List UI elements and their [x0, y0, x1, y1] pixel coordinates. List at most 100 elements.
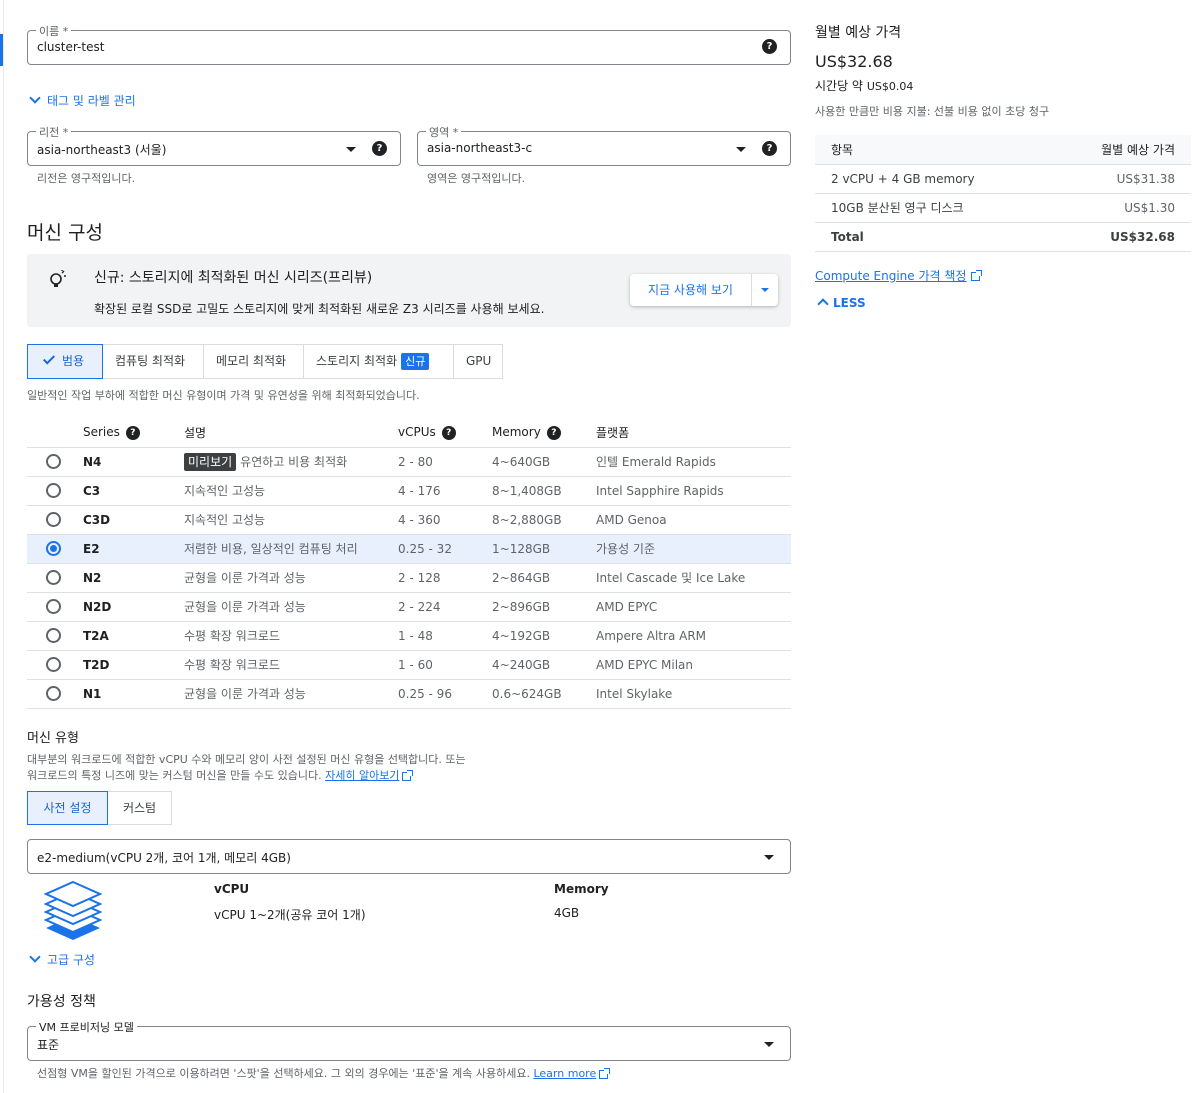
pricing-link[interactable]: Compute Engine 가격 책정 [815, 267, 983, 284]
tab-compute-optimized[interactable]: 컴퓨팅 최적화 [103, 344, 204, 379]
pricing-note: 사용한 만큼만 비용 지불: 선불 비용 없이 초당 청구 [815, 105, 1050, 118]
tab-custom[interactable]: 커스텀 [108, 791, 172, 825]
memory-label: Memory [554, 882, 609, 896]
series-vcpus: 2 - 80 [398, 447, 492, 477]
series-radio[interactable] [46, 570, 61, 585]
advanced-config-toggle[interactable]: 고급 구성 [29, 951, 95, 968]
pricing-price: US$31.38 [1049, 164, 1191, 194]
series-memory: 2~896GB [492, 592, 596, 622]
series-vcpus: 0.25 - 96 [398, 679, 492, 709]
check-icon [42, 352, 56, 365]
help-icon[interactable]: ? [762, 39, 777, 54]
external-link-icon [971, 270, 983, 281]
tab-general-purpose[interactable]: 범용 [27, 344, 103, 379]
help-icon[interactable]: ? [546, 425, 561, 440]
pricing-hourly: 시간당 약 US$0.04 [815, 79, 914, 93]
machine-type-desc-2: 워크로드의 특정 니즈에 맞는 커스텀 머신을 만들 수도 있습니다. 자세히 … [27, 767, 414, 783]
series-radio[interactable] [46, 541, 61, 556]
active-indicator [0, 34, 3, 66]
machine-type-desc-1: 대부분의 워크로드에 적합한 vCPU 수와 메모리 양이 사전 설정된 머신 … [27, 753, 466, 766]
series-row[interactable]: N2D 균형을 이룬 가격과 성능 2 - 224 2~896GB AMD EPYC [27, 592, 791, 622]
machine-family-tabs: 범용 컴퓨팅 최적화 메모리 최적화 스토리지 최적화 신규 GPU [27, 344, 503, 379]
series-description: 지속적인 고성능 [184, 476, 398, 506]
provisioning-label: VM 프로비저닝 모델 [36, 1019, 137, 1035]
pricing-table-header: 항목 월별 예상 가격 [815, 135, 1191, 165]
pricing-row: 10GB 분산된 영구 디스크 US$1.30 [815, 193, 1191, 223]
pricing-item: Total [815, 222, 1050, 252]
pricing-item: 10GB 분산된 영구 디스크 [815, 193, 1050, 223]
less-toggle[interactable]: LESS [817, 296, 866, 310]
availability-hint: 선점형 VM을 할인된 가격으로 이용하려면 '스팟'을 선택하세요. 그 외의… [37, 1065, 611, 1081]
series-row[interactable]: C3 지속적인 고성능 4 - 176 8~1,408GB Intel Sapphire… [27, 476, 791, 506]
zone-select[interactable]: 영역 * asia-northeast3-c ? [417, 124, 791, 166]
series-radio[interactable] [46, 628, 61, 643]
try-now-dropdown[interactable] [752, 274, 778, 306]
learn-more-link[interactable]: Learn more [533, 1067, 596, 1080]
help-icon[interactable]: ? [125, 425, 140, 440]
banner-title: 신규: 스토리지에 최적화된 머신 시리즈(프리뷰) [94, 270, 373, 286]
series-row[interactable]: N2 균형을 이룬 가격과 성능 2 - 128 2~864GB Intel Casca… [27, 563, 791, 593]
tab-gpu[interactable]: GPU [454, 344, 503, 379]
series-radio[interactable] [46, 686, 61, 701]
machine-type-value: e2-medium(vCPU 2개, 코어 1개, 메모리 4GB) [37, 851, 291, 865]
region-value: asia-northeast3 (서울) [37, 143, 167, 157]
pricing-title: 월별 예상 가격 [815, 25, 902, 41]
machine-type-select[interactable]: e2-medium(vCPU 2개, 코어 1개, 메모리 4GB) [27, 839, 791, 874]
banner-text: 확장된 로컬 SSD로 고밀도 스토리지에 맞게 최적화된 새로운 Z3 시리즈… [94, 302, 545, 316]
series-row[interactable]: N4 미리보기 유연하고 비용 최적화 2 - 80 4~640GB 인텔 Emerald… [27, 447, 791, 477]
series-radio[interactable] [46, 512, 61, 527]
help-icon[interactable]: ? [441, 425, 456, 440]
caret-down-icon [761, 288, 769, 292]
machine-stack-icon [43, 880, 103, 942]
tab-storage-optimized[interactable]: 스토리지 최적화 신규 [304, 344, 454, 379]
pricing-total-row: Total US$32.68 [815, 222, 1191, 252]
help-icon[interactable]: ? [372, 141, 387, 156]
series-description: 균형을 이룬 가격과 성능 [184, 592, 398, 622]
tab-preset[interactable]: 사전 설정 [27, 791, 108, 825]
provisioning-model-select[interactable]: VM 프로비저닝 모델 표준 [27, 1019, 791, 1061]
pricing-row: 2 vCPU + 4 GB memory US$31.38 [815, 164, 1191, 194]
series-description: 균형을 이룬 가격과 성능 [184, 563, 398, 593]
series-vcpus: 1 - 60 [398, 650, 492, 680]
family-description: 일반적인 작업 부하에 적합한 머신 유형이며 가격 및 유연성을 위해 최적화… [27, 389, 420, 402]
series-radio[interactable] [46, 454, 61, 469]
series-row[interactable]: C3D 지속적인 고성능 4 - 360 8~2,880GB AMD Genoa [27, 505, 791, 535]
memory-value: 4GB [554, 906, 580, 920]
name-field[interactable]: 이름 * cluster-test ? [27, 23, 791, 65]
series-row[interactable]: T2D 수평 확장 워크로드 1 - 60 4~240GB AMD EPYC Milan [27, 650, 791, 680]
tab-memory-optimized[interactable]: 메모리 최적화 [204, 344, 304, 379]
series-memory: 4~240GB [492, 650, 596, 680]
series-radio[interactable] [46, 599, 61, 614]
series-description: 저렴한 비용, 일상적인 컴퓨팅 처리 [184, 534, 398, 564]
series-row[interactable]: T2A 수평 확장 워크로드 1 - 48 4~192GB Ampere Altra A… [27, 621, 791, 651]
lightbulb-icon [49, 270, 67, 293]
chevron-down-icon [29, 92, 41, 104]
try-now-button[interactable]: 지금 사용해 보기 [630, 274, 751, 306]
region-select[interactable]: 리전 * asia-northeast3 (서울) ? [27, 124, 401, 166]
learn-more-link[interactable]: 자세히 알아보기 [325, 769, 399, 782]
provisioning-value: 표준 [37, 1038, 60, 1052]
chevron-down-icon [29, 951, 41, 963]
help-icon[interactable]: ? [762, 141, 777, 156]
series-memory: 8~2,880GB [492, 505, 596, 535]
col-vcpus: vCPUs? [398, 418, 492, 448]
name-value[interactable]: cluster-test [37, 40, 104, 54]
vcpu-label: vCPU [214, 882, 250, 896]
col-description: 설명 [184, 418, 398, 448]
series-row[interactable]: N1 균형을 이룬 가격과 성능 0.25 - 96 0.6~624GB Intel S… [27, 679, 791, 709]
try-now-split-button[interactable]: 지금 사용해 보기 [630, 274, 778, 306]
series-memory: 4~640GB [492, 447, 596, 477]
machine-type-tabs: 사전 설정 커스텀 [27, 791, 172, 825]
pricing-price: US$32.68 [1049, 222, 1191, 252]
series-platform: 가용성 기준 [596, 534, 791, 564]
series-radio[interactable] [46, 483, 61, 498]
pricing-total: US$32.68 [815, 52, 893, 71]
series-row[interactable]: E2 저렴한 비용, 일상적인 컴퓨팅 처리 0.25 - 32 1~128GB 가용성… [27, 534, 791, 564]
series-vcpus: 0.25 - 32 [398, 534, 492, 564]
series-name: N2 [83, 563, 184, 593]
tags-labels-toggle[interactable]: 태그 및 라벨 관리 [29, 92, 136, 109]
series-vcpus: 1 - 48 [398, 621, 492, 651]
series-name: T2D [83, 650, 184, 680]
series-radio[interactable] [46, 657, 61, 672]
series-name: E2 [83, 534, 184, 564]
